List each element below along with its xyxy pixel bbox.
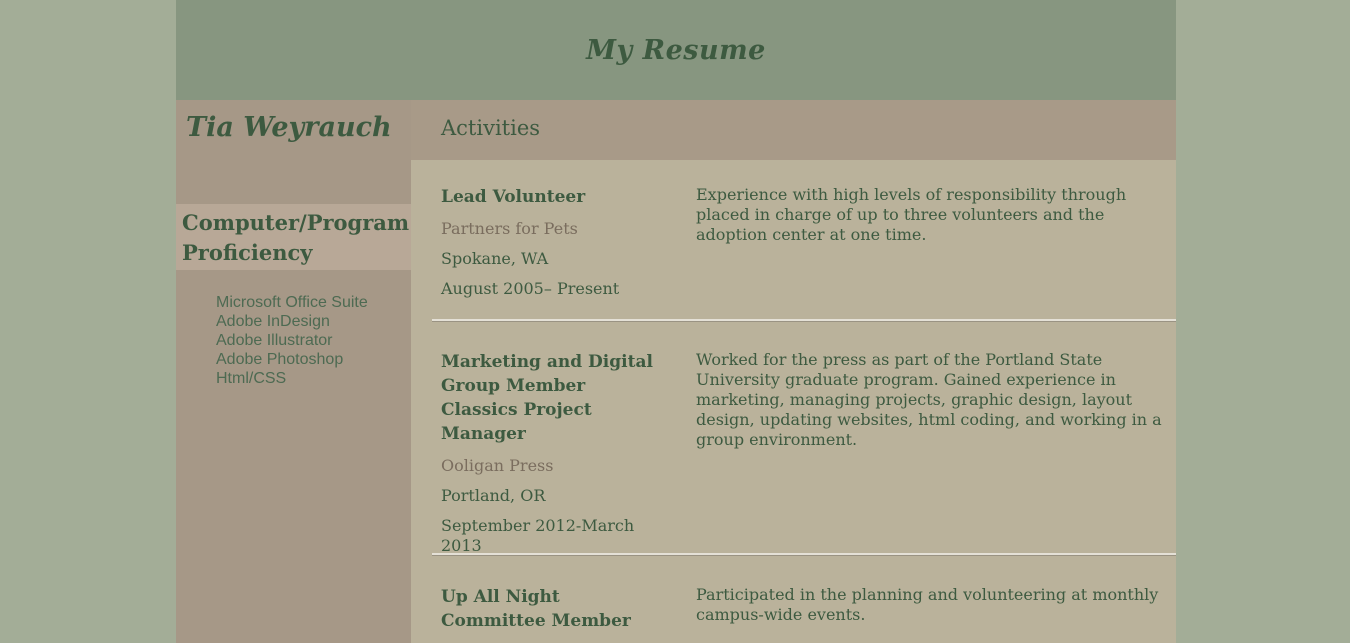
skill-item: Adobe Illustrator — [216, 332, 333, 349]
section-title: Activities — [411, 100, 1176, 160]
activity-dates: September 2012-March 2013 — [441, 516, 635, 555]
sidebar: Tia Weyrauch Computer/Program Proficienc… — [176, 100, 411, 643]
activity-description: Experience with high levels of responsib… — [696, 185, 1127, 244]
activity-organization: Partners for Pets — [441, 219, 578, 238]
activity-role: Up All Night — [441, 587, 560, 607]
site-title: My Resume — [586, 34, 766, 66]
entry-divider — [432, 553, 1176, 556]
activity-details: Marketing and Digital Group Member Class… — [441, 350, 671, 556]
activity-details: Lead Volunteer Partners for Pets Spokane… — [441, 185, 671, 299]
skill-item: Adobe InDesign — [216, 313, 330, 330]
activity-role: Group Member — [441, 376, 586, 396]
skill-item: Adobe Photoshop — [216, 351, 344, 368]
resume-page: My Resume Tia Weyrauch Computer/Program … — [176, 0, 1176, 643]
activity-role: Marketing and Digital — [441, 352, 653, 372]
activity-organization: Ooligan Press — [441, 456, 554, 475]
activity-details: Up All Night Committee Member — [441, 585, 671, 633]
skills-list: Microsoft Office Suite Adobe InDesign Ad… — [216, 293, 368, 388]
activity-description: Participated in the planning and volunte… — [696, 585, 1159, 624]
proficiency-heading: Computer/Program Proficiency — [176, 204, 411, 270]
activities-section: Lead Volunteer Partners for Pets Spokane… — [411, 160, 1176, 643]
activity-role: Classics Project Manager — [441, 400, 592, 444]
activity-dates: August 2005– Present — [441, 279, 620, 298]
skill-item: Html/CSS — [216, 370, 287, 387]
entry-divider — [432, 319, 1176, 322]
skill-item: Microsoft Office Suite — [216, 294, 368, 311]
activity-role: Committee Member — [441, 611, 631, 631]
site-header: My Resume — [176, 0, 1176, 100]
activity-role: Lead Volunteer — [441, 187, 586, 207]
activity-location: Spokane, WA — [441, 249, 549, 268]
activity-location: Portland, OR — [441, 486, 546, 505]
person-name: Tia Weyrauch — [186, 112, 392, 143]
activity-description: Worked for the press as part of the Port… — [696, 350, 1162, 449]
